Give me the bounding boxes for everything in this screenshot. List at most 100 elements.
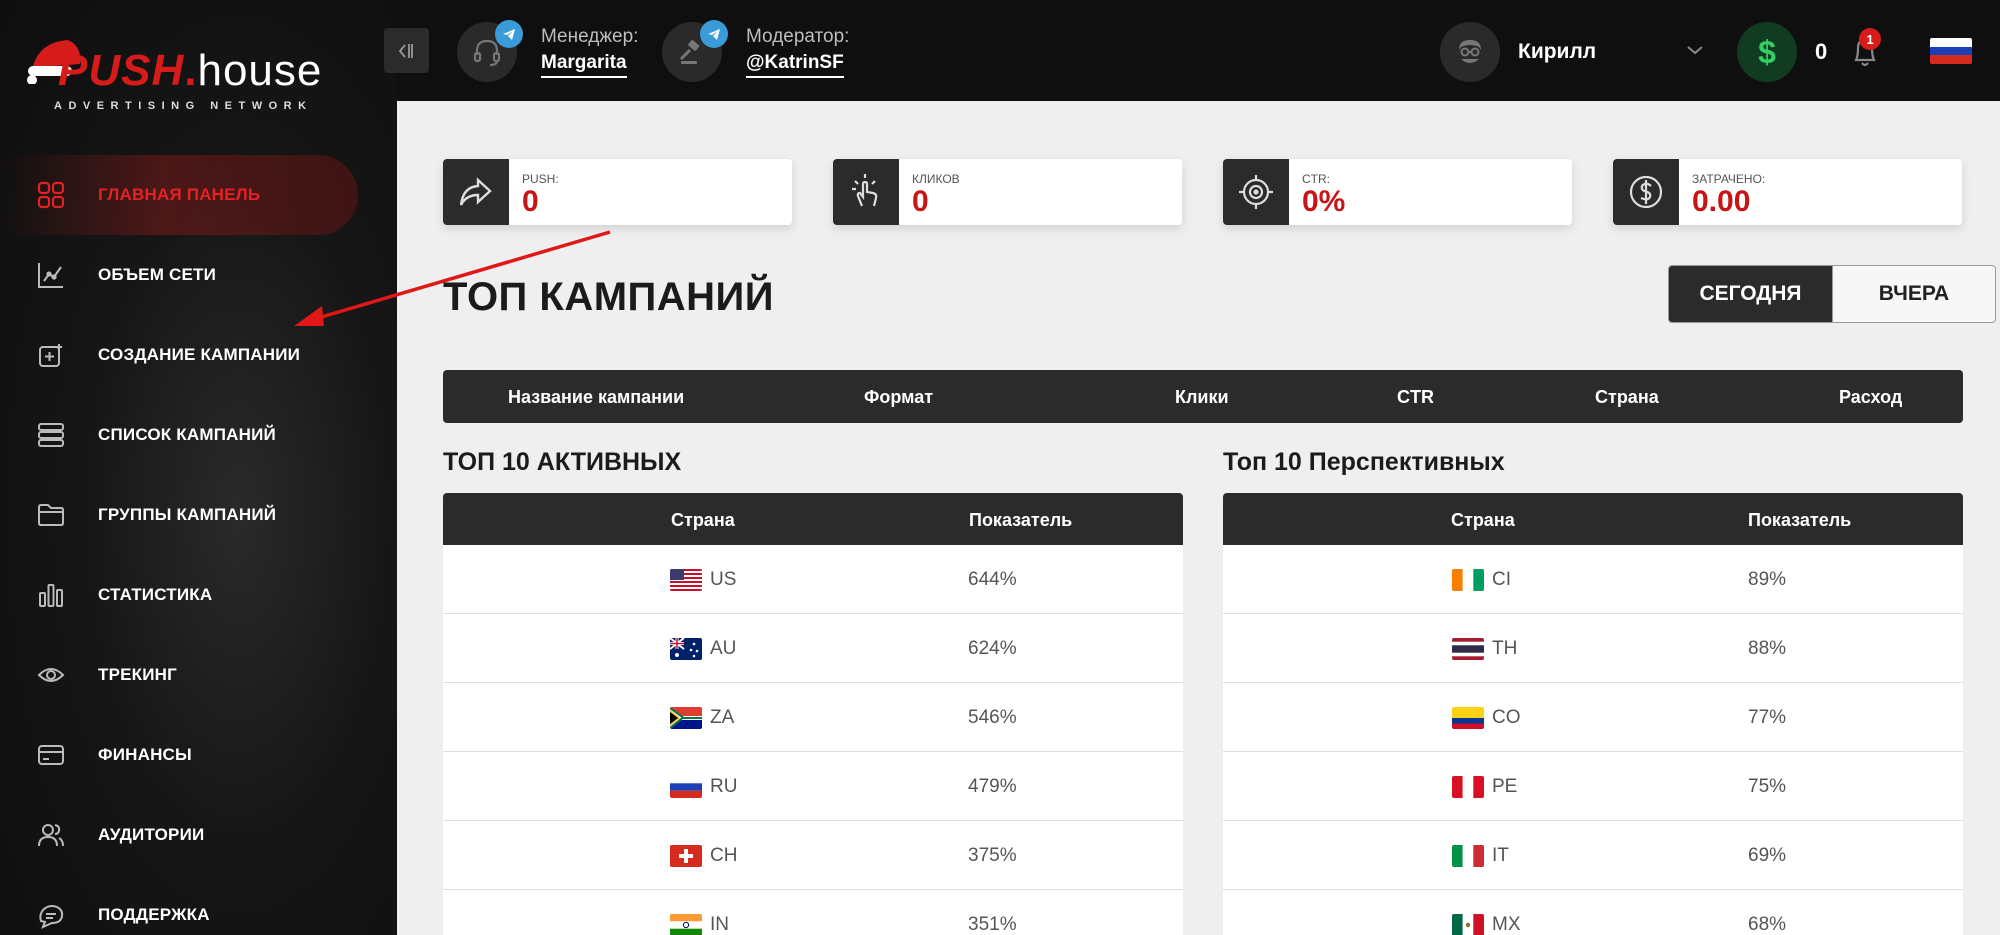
- sidebar-item-label: ГЛАВНАЯ ПАНЕЛЬ: [98, 185, 261, 204]
- country-code: TH: [1492, 638, 1518, 659]
- table-row: IN 351%: [443, 890, 1183, 935]
- tap-hand-icon: [833, 159, 899, 225]
- table-row: MX 68%: [1223, 890, 1963, 935]
- user-name: Кирилл: [1518, 40, 1597, 63]
- sidebar-item-finance[interactable]: ФИНАНСЫ: [0, 715, 397, 795]
- sidebar-collapse-button[interactable]: [384, 28, 429, 73]
- moderator-contact[interactable]: Модератор: @KatrinSF: [662, 20, 850, 82]
- column-header[interactable]: Страна: [1595, 387, 1659, 408]
- table-row: RU 479%: [443, 752, 1183, 821]
- today-button[interactable]: СЕГОДНЯ: [1669, 266, 1832, 322]
- flag-ci-icon: [1452, 569, 1484, 591]
- stat-value: 0: [912, 185, 929, 218]
- list-icon: [36, 420, 66, 450]
- table-row: AU 624%: [443, 614, 1183, 683]
- column-header: Страна: [671, 510, 735, 530]
- notification-badge: 1: [1859, 28, 1881, 50]
- add-square-icon: [36, 340, 66, 370]
- sidebar: PUSH.house ADVERTISING NETWORK ГЛАВНАЯ П…: [0, 0, 397, 935]
- sidebar-item-support[interactable]: ПОДДЕРЖКА: [0, 875, 397, 935]
- user-avatar: [1440, 22, 1500, 82]
- flag-co-icon: [1452, 707, 1484, 729]
- date-range-toggle: СЕГОДНЯ ВЧЕРА: [1668, 265, 1996, 323]
- notifications-button[interactable]: 1: [1847, 28, 1883, 70]
- column-header[interactable]: Клики: [1175, 387, 1229, 408]
- sidebar-item-label: СТАТИСТИКА: [98, 585, 213, 604]
- sidebar-item-audiences[interactable]: АУДИТОРИИ: [0, 795, 397, 875]
- stat-card-push: PUSH: 0: [443, 159, 792, 225]
- row-value: 77%: [1748, 707, 1787, 728]
- top-bar: Менеджер: Margarita Модератор: @KatrinSF…: [384, 0, 2000, 101]
- grid-icon: [36, 180, 66, 210]
- sidebar-item-tracking[interactable]: ТРЕКИНГ: [0, 635, 397, 715]
- row-value: 351%: [968, 914, 1017, 935]
- sidebar-item-dashboard[interactable]: ГЛАВНАЯ ПАНЕЛЬ: [0, 155, 358, 235]
- dollar-icon: $: [1737, 22, 1797, 82]
- table-row: CI 89%: [1223, 545, 1963, 614]
- table-row: PE 75%: [1223, 752, 1963, 821]
- sidebar-item-label: ТРЕКИНГ: [98, 665, 177, 684]
- card-icon: [36, 740, 66, 770]
- table-row: IT 69%: [1223, 821, 1963, 890]
- flag-th-icon: [1452, 638, 1484, 660]
- balance[interactable]: $ 0: [1737, 22, 1827, 82]
- logo-text: PUSH.house: [58, 46, 323, 95]
- manager-name-link[interactable]: Margarita: [541, 52, 627, 78]
- sidebar-item-label: АУДИТОРИИ: [98, 825, 205, 844]
- language-flag-ru[interactable]: [1930, 38, 1972, 64]
- folder-icon: [36, 500, 66, 530]
- table-row: US 644%: [443, 545, 1183, 614]
- balance-amount: 0: [1815, 39, 1828, 64]
- table-row: TH 88%: [1223, 614, 1963, 683]
- telegram-icon[interactable]: [700, 20, 728, 48]
- sidebar-item-campaign-list[interactable]: СПИСОК КАМПАНИЙ: [0, 395, 397, 475]
- row-value: 624%: [968, 638, 1017, 659]
- chart-line-icon: [36, 260, 66, 290]
- table-row: CO 77%: [1223, 683, 1963, 752]
- chevron-down-icon[interactable]: [1686, 43, 1704, 61]
- moderator-role: Модератор:: [746, 26, 850, 47]
- logo[interactable]: PUSH.house ADVERTISING NETWORK: [24, 18, 324, 118]
- table-row: ZA 546%: [443, 683, 1183, 752]
- top-perspective-table: Страна Показатель CI 89% TH 88% CO 77% P…: [1223, 493, 1963, 935]
- column-header[interactable]: Расход: [1839, 387, 1902, 408]
- collapse-icon: [398, 43, 413, 58]
- table-header: Страна Показатель: [443, 493, 1183, 545]
- manager-contact[interactable]: Менеджер: Margarita: [457, 20, 638, 82]
- sidebar-item-label: ОБЪЕМ СЕТИ: [98, 265, 217, 284]
- bar-chart-icon: [36, 580, 66, 610]
- stat-value: 0%: [1302, 185, 1346, 218]
- country-code: IN: [710, 914, 729, 935]
- country-code: ZA: [710, 707, 735, 728]
- stat-label: CTR:: [1302, 172, 1330, 186]
- chat-icon: [36, 900, 66, 930]
- manager-avatar: [457, 20, 523, 82]
- country-code: CO: [1492, 707, 1521, 728]
- column-header: Показатель: [969, 510, 1073, 530]
- flag-it-icon: [1452, 845, 1484, 867]
- sidebar-item-network-volume[interactable]: ОБЪЕМ СЕТИ: [0, 235, 397, 315]
- logo-tagline: ADVERTISING NETWORK: [54, 100, 313, 112]
- flag-pe-icon: [1452, 776, 1484, 798]
- sidebar-item-label: ГРУППЫ КАМПАНИЙ: [98, 505, 277, 524]
- sidebar-item-statistics[interactable]: СТАТИСТИКА: [0, 555, 397, 635]
- user-glasses-icon: [1459, 40, 1481, 63]
- user-menu[interactable]: Кирилл: [1440, 22, 1704, 82]
- country-code: PE: [1492, 776, 1518, 797]
- row-value: 88%: [1748, 638, 1787, 659]
- sidebar-item-campaign-groups[interactable]: ГРУППЫ КАМПАНИЙ: [0, 475, 397, 555]
- sidebar-item-create-campaign[interactable]: СОЗДАНИЕ КАМПАНИИ: [0, 315, 397, 395]
- stat-value: 0: [522, 185, 539, 218]
- column-header[interactable]: Название кампании: [508, 387, 684, 408]
- telegram-icon[interactable]: [495, 20, 523, 48]
- stat-card-clicks: КЛИКОВ 0: [833, 159, 1182, 225]
- sidebar-item-label: ФИНАНСЫ: [98, 745, 192, 764]
- flag-us-icon: [670, 569, 702, 591]
- table-header: Страна Показатель: [1223, 493, 1963, 545]
- moderator-name-link[interactable]: @KatrinSF: [746, 52, 844, 78]
- column-header[interactable]: Формат: [864, 387, 933, 408]
- row-value: 89%: [1748, 569, 1787, 590]
- column-header[interactable]: CTR: [1397, 387, 1434, 408]
- flag-za-icon: [670, 707, 702, 729]
- yesterday-button[interactable]: ВЧЕРА: [1832, 266, 1995, 322]
